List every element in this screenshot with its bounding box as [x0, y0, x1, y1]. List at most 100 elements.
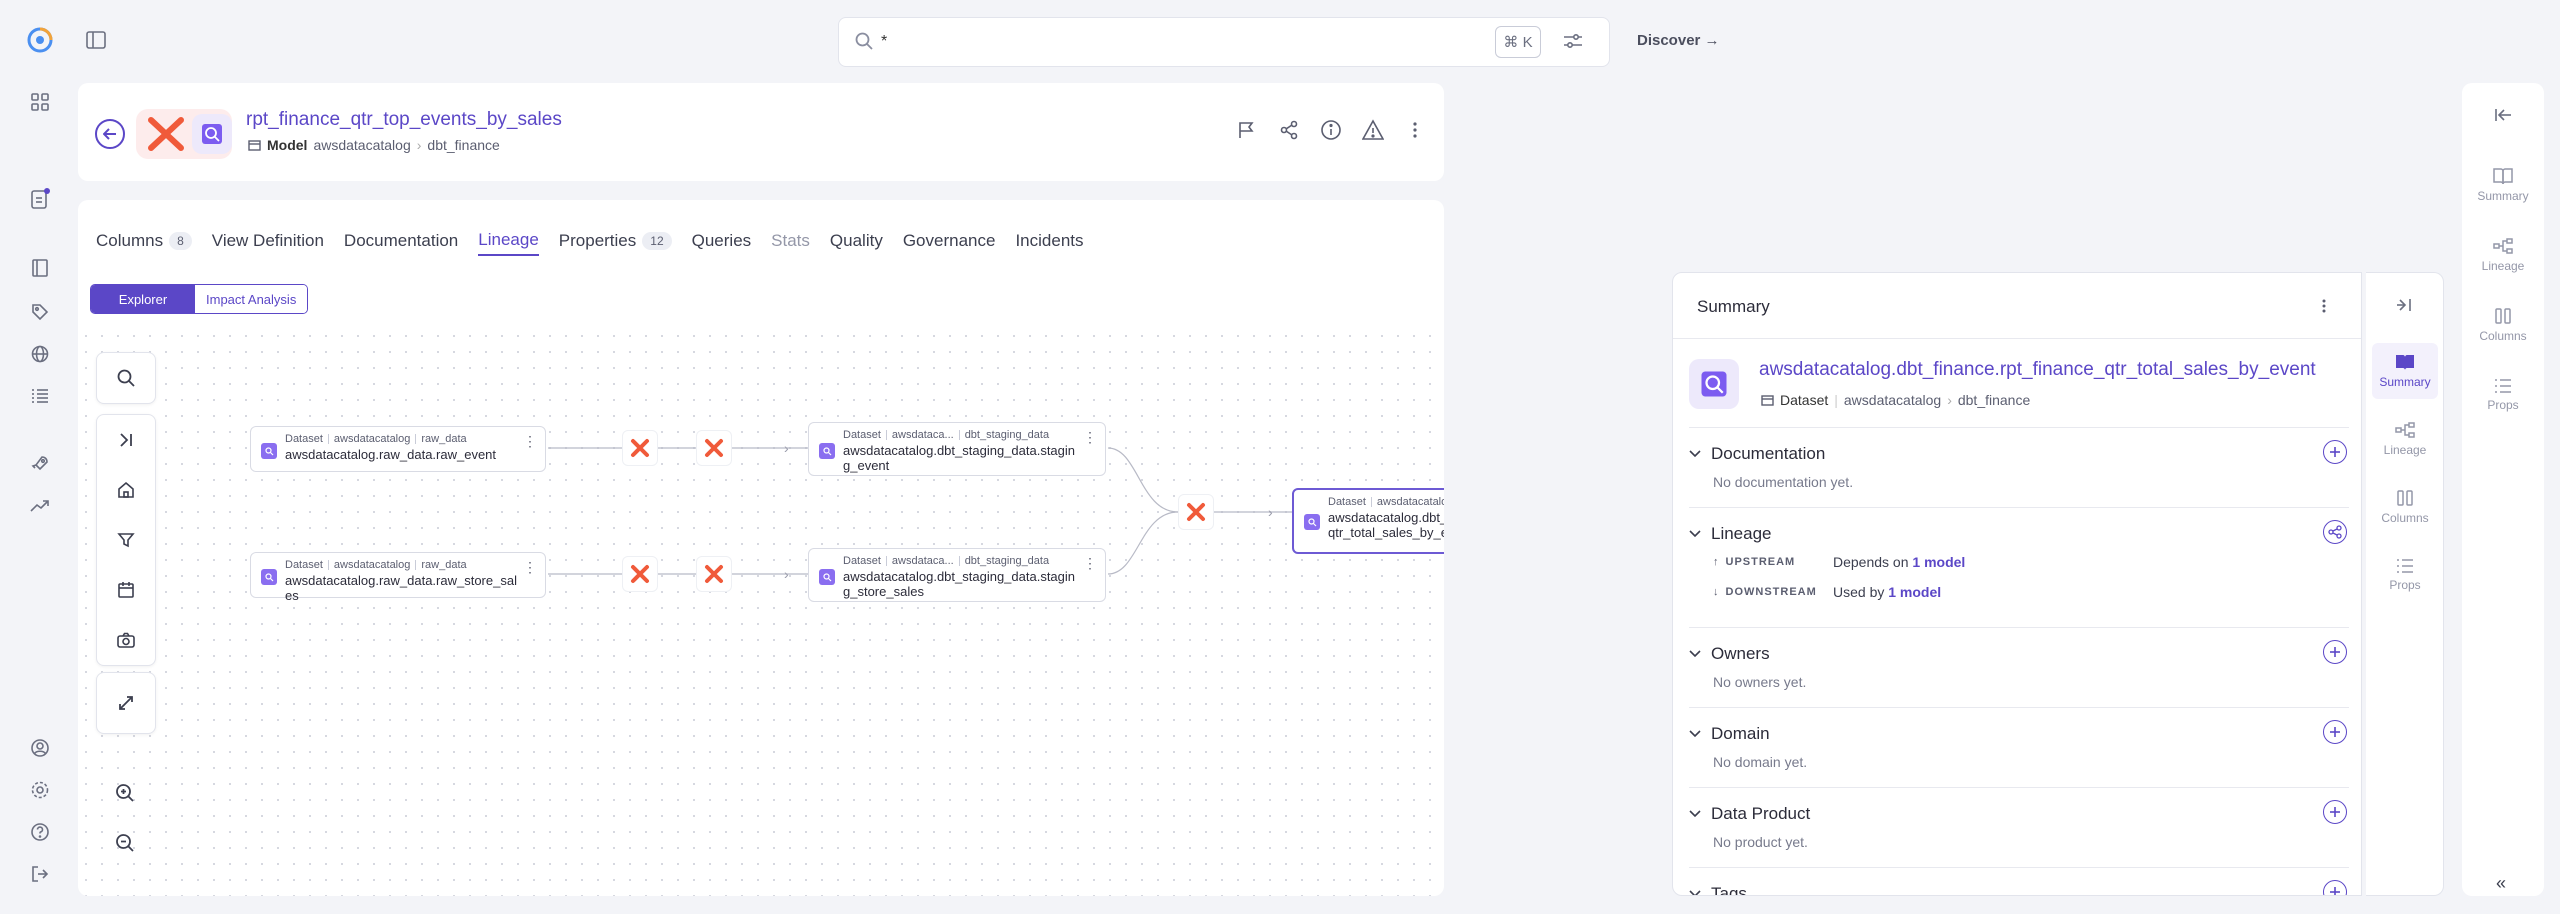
right-tab-summary[interactable]: Summary	[2470, 157, 2536, 213]
collapse-to-end-button[interactable]	[97, 415, 155, 465]
back-button[interactable]	[95, 119, 125, 149]
canvas-search-button[interactable]	[97, 353, 155, 403]
glossary-list-icon[interactable]	[26, 382, 54, 410]
lineage-node-staging-event[interactable]: Dataset awsdataca... dbt_staging_data awsd…	[808, 422, 1106, 476]
right-tab-lineage[interactable]: Lineage	[2470, 227, 2536, 283]
tab-documentation[interactable]: Documentation	[344, 226, 458, 256]
notifications-document-icon[interactable]	[26, 185, 54, 213]
chevron-down-icon	[1689, 450, 1701, 458]
settings-gear-icon[interactable]	[26, 776, 54, 804]
logout-icon[interactable]	[26, 860, 54, 888]
tab-columns[interactable]: Columns 8	[96, 226, 192, 256]
summary-more-icon[interactable]	[2315, 297, 2333, 315]
rocket-icon[interactable]	[26, 450, 54, 478]
tab-queries[interactable]: Queries	[692, 226, 752, 256]
upstream-row: ↑ UPSTREAM Depends on 1 model	[1713, 554, 1965, 570]
node-more-icon[interactable]: ⋮	[523, 433, 537, 450]
crumb-schema[interactable]: dbt_finance	[427, 137, 499, 153]
side-tab-lineage[interactable]: Lineage	[2372, 411, 2438, 467]
downstream-count-link[interactable]: 1 model	[1888, 584, 1941, 600]
tags-section: Tags	[1689, 867, 2349, 895]
impact-analysis-button[interactable]: Impact Analysis	[195, 285, 308, 313]
search-filter-icon[interactable]	[1563, 32, 1583, 50]
info-icon[interactable]	[1320, 119, 1342, 141]
profile-icon[interactable]	[26, 734, 54, 762]
sidebar-toggle-icon[interactable]	[84, 28, 108, 52]
node-meta: Dataset awsdataca... dbt_staging_data	[843, 555, 1049, 567]
add-tag-button[interactable]	[2323, 880, 2347, 895]
tags-section-toggle[interactable]: Tags	[1689, 884, 1747, 895]
side-tab-label: Lineage	[2383, 443, 2427, 457]
dbt-transform-node[interactable]	[622, 556, 658, 592]
tab-stats[interactable]: Stats	[771, 226, 810, 256]
explorer-mode-button[interactable]: Explorer	[91, 285, 195, 313]
app-logo-icon[interactable]	[26, 26, 54, 54]
tab-lineage[interactable]: Lineage	[478, 226, 539, 256]
right-tab-props[interactable]: Props	[2470, 367, 2536, 423]
crumb-catalog[interactable]: awsdatacatalog	[313, 137, 410, 153]
warning-icon[interactable]	[1362, 119, 1384, 141]
dbt-transform-node[interactable]	[1178, 494, 1214, 530]
summary-crumb-schema[interactable]: dbt_finance	[1958, 392, 2030, 408]
tab-label: Queries	[691, 231, 752, 250]
lineage-node-raw-store-sales[interactable]: Dataset awsdatacatalog raw_data awsdatacat…	[250, 552, 546, 603]
add-data-product-button[interactable]	[2323, 800, 2347, 824]
tab-governance[interactable]: Governance	[903, 226, 996, 256]
discover-link[interactable]: Discover →	[1637, 32, 1720, 49]
home-button[interactable]	[97, 465, 155, 515]
share-icon[interactable]	[1278, 119, 1300, 141]
screenshot-camera-button[interactable]	[97, 615, 155, 665]
follow-flag-icon[interactable]	[1236, 119, 1258, 141]
lineage-node-selected[interactable]: Datasetawsdatacatalogdbt_finance awsdata…	[1292, 488, 1444, 554]
node-more-icon[interactable]: ⋮	[1083, 429, 1097, 446]
lineage-canvas[interactable]: › › › Dataset awsdatacatalog raw_data aw…	[78, 328, 1444, 896]
add-owner-button[interactable]	[2323, 640, 2347, 664]
node-more-icon[interactable]: ⋮	[1083, 555, 1097, 572]
tab-quality[interactable]: Quality	[830, 226, 883, 256]
lineage-node-raw-event[interactable]: Dataset awsdatacatalog raw_data awsdatacat…	[250, 426, 546, 472]
entity-title[interactable]: rpt_finance_qtr_top_events_by_sales	[246, 109, 562, 131]
data-product-section-toggle[interactable]: Data Product	[1689, 804, 1810, 824]
lineage-node-staging-store-sales[interactable]: Dataset awsdataca... dbt_staging_data awsd…	[808, 548, 1106, 602]
domain-section-toggle[interactable]: Domain	[1689, 724, 1770, 744]
tab-label: Documentation	[343, 231, 459, 250]
upstream-count-link[interactable]: 1 model	[1912, 554, 1965, 570]
add-documentation-button[interactable]	[2323, 440, 2347, 464]
zoom-in-button[interactable]	[96, 768, 154, 818]
book-icon[interactable]	[26, 254, 54, 282]
fit-view-button[interactable]	[97, 673, 155, 733]
apps-grid-icon[interactable]	[26, 88, 54, 116]
help-icon[interactable]	[26, 818, 54, 846]
globe-icon[interactable]	[26, 340, 54, 368]
tab-incidents[interactable]: Incidents	[1015, 226, 1083, 256]
summary-crumb-catalog[interactable]: awsdatacatalog	[1844, 392, 1941, 408]
documentation-section-toggle[interactable]: Documentation	[1689, 444, 1825, 464]
summary-entity-name[interactable]: awsdatacatalog.dbt_finance.rpt_finance_q…	[1759, 359, 2316, 381]
search-input[interactable]	[881, 30, 1481, 54]
calendar-button[interactable]	[97, 565, 155, 615]
collapse-double-chevron-icon[interactable]: «	[2496, 873, 2506, 894]
tag-icon[interactable]	[26, 298, 54, 326]
lineage-section-toggle[interactable]: Lineage	[1689, 524, 1772, 544]
owners-section-toggle[interactable]: Owners	[1689, 644, 1770, 664]
tab-properties[interactable]: Properties 12	[559, 226, 672, 256]
node-more-icon[interactable]: ⋮	[523, 559, 537, 576]
expand-panel-button[interactable]	[2470, 87, 2536, 143]
right-tab-columns[interactable]: Columns	[2470, 297, 2536, 353]
trending-up-icon[interactable]	[26, 492, 54, 520]
dbt-transform-node[interactable]	[696, 556, 732, 592]
more-vertical-icon[interactable]	[1404, 119, 1426, 141]
node-name: awsdatacatalog.raw_data.raw_store_sal es	[285, 573, 517, 603]
dbt-icon	[631, 565, 649, 583]
tab-view-definition[interactable]: View Definition	[212, 226, 324, 256]
filter-button[interactable]	[97, 515, 155, 565]
open-lineage-button[interactable]	[2323, 520, 2347, 544]
dbt-transform-node[interactable]	[696, 430, 732, 466]
side-tab-summary[interactable]: Summary	[2372, 343, 2438, 399]
dbt-transform-node[interactable]	[622, 430, 658, 466]
side-tab-columns[interactable]: Columns	[2372, 479, 2438, 535]
collapse-panel-button[interactable]	[2372, 277, 2438, 333]
add-domain-button[interactable]	[2323, 720, 2347, 744]
side-tab-props[interactable]: Props	[2372, 547, 2438, 603]
zoom-out-button[interactable]	[96, 818, 154, 868]
